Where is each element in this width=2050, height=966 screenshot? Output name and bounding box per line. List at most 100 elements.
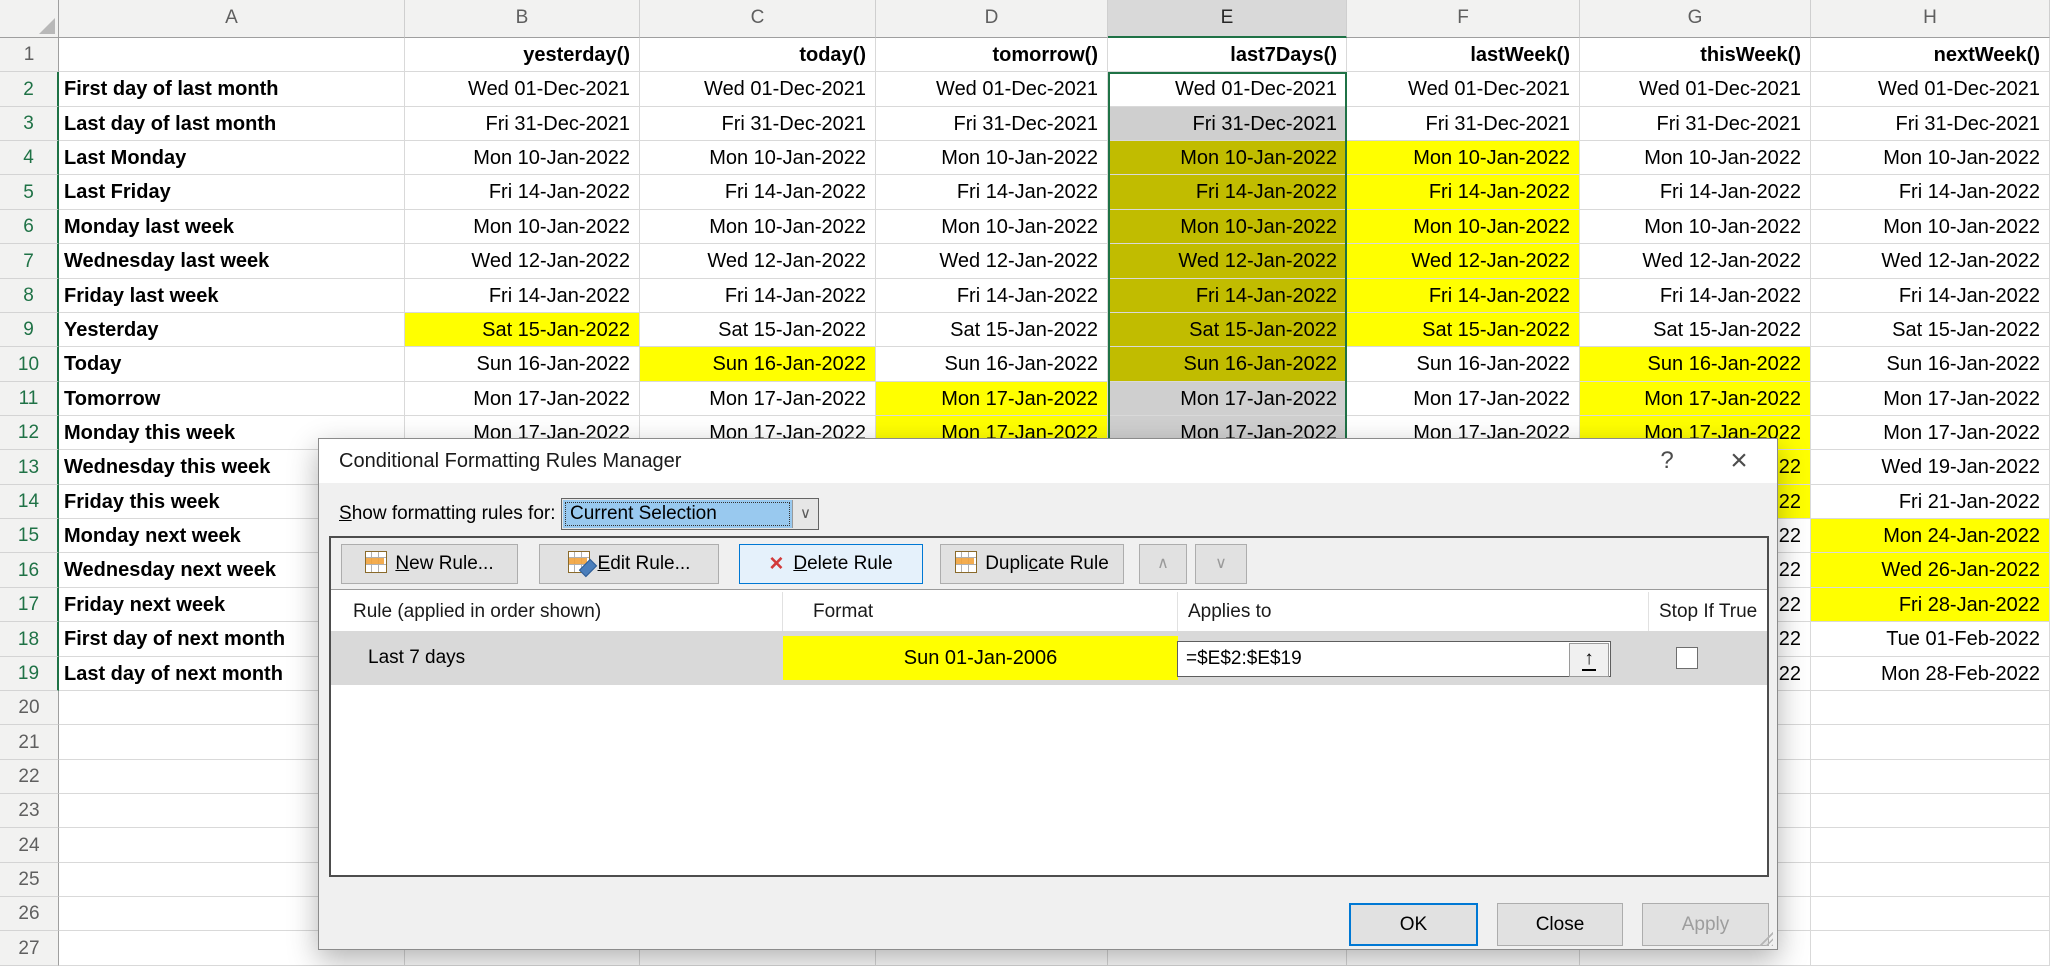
cell-F1[interactable]: lastWeek() [1347,38,1580,72]
cell-E3[interactable]: Fri 31-Dec-2021 [1108,107,1347,141]
help-icon[interactable]: ? [1645,439,1689,483]
cell-C5[interactable]: Fri 14-Jan-2022 [640,175,876,210]
row-header-9[interactable]: 9 [0,313,59,347]
cell-D1[interactable]: tomorrow() [876,38,1108,72]
cell-G11[interactable]: Mon 17-Jan-2022 [1580,382,1811,416]
cell-E7[interactable]: Wed 12-Jan-2022 [1108,244,1347,279]
cell-D6[interactable]: Mon 10-Jan-2022 [876,210,1108,244]
row-header-14[interactable]: 14 [0,485,59,519]
cell-H1[interactable]: nextWeek() [1811,38,2050,72]
row-header-8[interactable]: 8 [0,279,59,313]
cell-H16[interactable]: Wed 26-Jan-2022 [1811,553,2050,588]
chevron-down-icon[interactable]: ∨ [792,500,818,528]
cell-H4[interactable]: Mon 10-Jan-2022 [1811,141,2050,175]
cell-G6[interactable]: Mon 10-Jan-2022 [1580,210,1811,244]
cell-E1[interactable]: last7Days() [1108,38,1347,72]
column-header-A[interactable]: A [59,0,405,38]
cell-A5[interactable]: Last Friday [59,175,405,210]
cell-D2[interactable]: Wed 01-Dec-2021 [876,72,1108,107]
cell-H11[interactable]: Mon 17-Jan-2022 [1811,382,2050,416]
cell-F5[interactable]: Fri 14-Jan-2022 [1347,175,1580,210]
row-header-20[interactable]: 20 [0,691,59,725]
cell-H3[interactable]: Fri 31-Dec-2021 [1811,107,2050,141]
row-header-19[interactable]: 19 [0,657,59,691]
cell-G1[interactable]: thisWeek() [1580,38,1811,72]
cell-A4[interactable]: Last Monday [59,141,405,175]
cell-H8[interactable]: Fri 14-Jan-2022 [1811,279,2050,313]
cell-A7[interactable]: Wednesday last week [59,244,405,279]
cell-G9[interactable]: Sat 15-Jan-2022 [1580,313,1811,347]
cell-D5[interactable]: Fri 14-Jan-2022 [876,175,1108,210]
cell-G4[interactable]: Mon 10-Jan-2022 [1580,141,1811,175]
cell-H13[interactable]: Wed 19-Jan-2022 [1811,450,2050,485]
cell-E4[interactable]: Mon 10-Jan-2022 [1108,141,1347,175]
row-header-18[interactable]: 18 [0,622,59,657]
scope-combobox[interactable]: Current Selection ∨ [561,498,819,530]
cell-C8[interactable]: Fri 14-Jan-2022 [640,279,876,313]
row-header-16[interactable]: 16 [0,553,59,588]
close-button[interactable]: Close [1497,903,1623,946]
cell-A11[interactable]: Tomorrow [59,382,405,416]
cell-A9[interactable]: Yesterday [59,313,405,347]
cell-E9[interactable]: Sat 15-Jan-2022 [1108,313,1347,347]
cell-E6[interactable]: Mon 10-Jan-2022 [1108,210,1347,244]
cell-A6[interactable]: Monday last week [59,210,405,244]
row-header-11[interactable]: 11 [0,382,59,416]
row-header-26[interactable]: 26 [0,897,59,931]
cell-H7[interactable]: Wed 12-Jan-2022 [1811,244,2050,279]
cell-F10[interactable]: Sun 16-Jan-2022 [1347,347,1580,382]
ok-button[interactable]: OK [1349,903,1478,946]
column-header-H[interactable]: H [1811,0,2050,38]
row-header-13[interactable]: 13 [0,450,59,485]
row-header-17[interactable]: 17 [0,588,59,622]
column-header-G[interactable]: G [1580,0,1811,38]
cell-B6[interactable]: Mon 10-Jan-2022 [405,210,640,244]
cell-B5[interactable]: Fri 14-Jan-2022 [405,175,640,210]
cell-D8[interactable]: Fri 14-Jan-2022 [876,279,1108,313]
cell-E5[interactable]: Fri 14-Jan-2022 [1108,175,1347,210]
cell-G5[interactable]: Fri 14-Jan-2022 [1580,175,1811,210]
dialog-titlebar[interactable]: Conditional Formatting Rules Manager ? × [319,439,1777,483]
cell-G7[interactable]: Wed 12-Jan-2022 [1580,244,1811,279]
new-rule-button[interactable]: New Rule... [341,544,518,584]
row-header-22[interactable]: 22 [0,760,59,794]
cell-F9[interactable]: Sat 15-Jan-2022 [1347,313,1580,347]
move-rule-up-button[interactable]: ∧ [1139,544,1187,584]
row-header-2[interactable]: 2 [0,72,59,107]
cell-A2[interactable]: First day of last month [59,72,405,107]
cell-H19[interactable]: Mon 28-Feb-2022 [1811,657,2050,691]
column-header-B[interactable]: B [405,0,640,38]
close-icon[interactable]: × [1717,439,1761,483]
cell-B10[interactable]: Sun 16-Jan-2022 [405,347,640,382]
cell-C4[interactable]: Mon 10-Jan-2022 [640,141,876,175]
range-selector-button[interactable]: ↑ [1569,643,1609,677]
column-header-F[interactable]: F [1347,0,1580,38]
cell-F6[interactable]: Mon 10-Jan-2022 [1347,210,1580,244]
cell-H6[interactable]: Mon 10-Jan-2022 [1811,210,2050,244]
row-header-15[interactable]: 15 [0,519,59,553]
cell-H10[interactable]: Sun 16-Jan-2022 [1811,347,2050,382]
cell-C7[interactable]: Wed 12-Jan-2022 [640,244,876,279]
cell-F11[interactable]: Mon 17-Jan-2022 [1347,382,1580,416]
applies-to-input[interactable] [1178,642,1578,676]
row-header-12[interactable]: 12 [0,416,59,450]
row-header-3[interactable]: 3 [0,107,59,141]
cell-A8[interactable]: Friday last week [59,279,405,313]
cell-C9[interactable]: Sat 15-Jan-2022 [640,313,876,347]
cell-H9[interactable]: Sat 15-Jan-2022 [1811,313,2050,347]
cell-F3[interactable]: Fri 31-Dec-2021 [1347,107,1580,141]
cell-C11[interactable]: Mon 17-Jan-2022 [640,382,876,416]
cell-H5[interactable]: Fri 14-Jan-2022 [1811,175,2050,210]
row-header-10[interactable]: 10 [0,347,59,382]
cell-G10[interactable]: Sun 16-Jan-2022 [1580,347,1811,382]
cell-D11[interactable]: Mon 17-Jan-2022 [876,382,1108,416]
column-header-E[interactable]: E [1108,0,1347,38]
delete-rule-button[interactable]: ×Delete Rule [739,544,923,584]
row-header-21[interactable]: 21 [0,725,59,760]
row-header-25[interactable]: 25 [0,863,59,897]
cell-B1[interactable]: yesterday() [405,38,640,72]
cell-G8[interactable]: Fri 14-Jan-2022 [1580,279,1811,313]
duplicate-rule-button[interactable]: Duplicate Rule [940,544,1124,584]
row-header-23[interactable]: 23 [0,794,59,828]
cell-F8[interactable]: Fri 14-Jan-2022 [1347,279,1580,313]
